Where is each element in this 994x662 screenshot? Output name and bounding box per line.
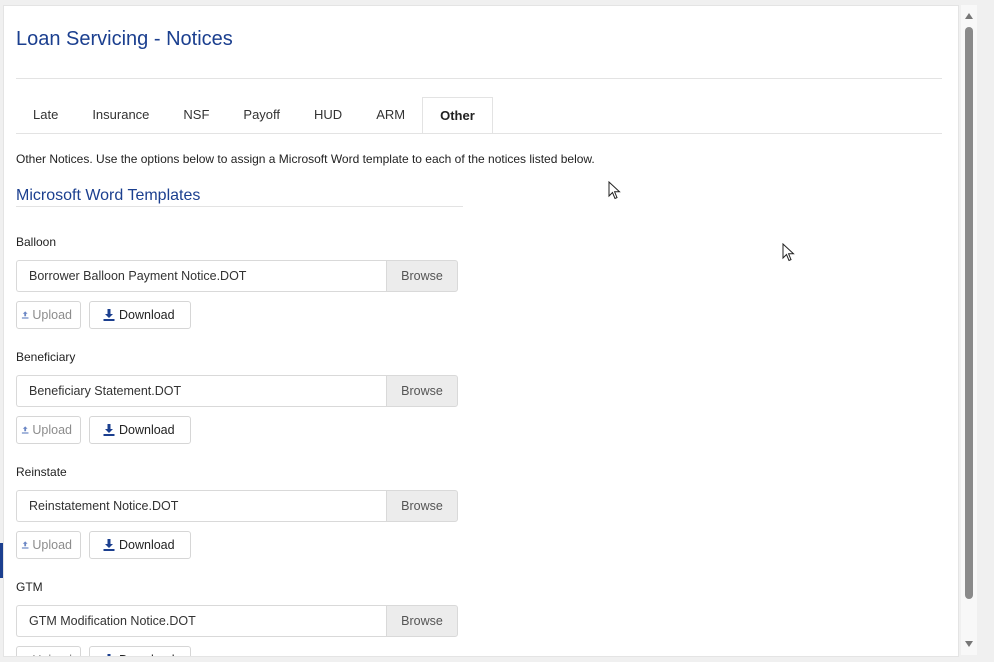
upload-label: Upload bbox=[32, 647, 72, 656]
scroll-thumb[interactable] bbox=[965, 27, 973, 599]
scroll-up-arrow-icon[interactable] bbox=[965, 13, 973, 19]
template-file-field[interactable]: Beneficiary Statement.DOT bbox=[16, 375, 386, 407]
mouse-cursor-icon bbox=[782, 243, 795, 262]
notice-reinstate: Reinstate Reinstatement Notice.DOT Brows… bbox=[16, 464, 458, 559]
browse-button[interactable]: Browse bbox=[386, 375, 458, 407]
title-divider bbox=[16, 78, 942, 79]
template-file-field[interactable]: Borrower Balloon Payment Notice.DOT bbox=[16, 260, 386, 292]
intro-text: Other Notices. Use the options below to … bbox=[16, 152, 595, 166]
download-icon bbox=[107, 654, 111, 656]
upload-button[interactable]: Upload bbox=[16, 416, 81, 444]
tab-arm[interactable]: ARM bbox=[359, 97, 422, 133]
upload-button[interactable]: Upload bbox=[16, 301, 81, 329]
action-buttons: Upload Download bbox=[16, 301, 458, 329]
tab-nsf[interactable]: NSF bbox=[166, 97, 226, 133]
download-label: Download bbox=[119, 308, 175, 322]
file-picker: Reinstatement Notice.DOT Browse bbox=[16, 490, 458, 522]
download-label: Download bbox=[119, 538, 175, 552]
browse-button[interactable]: Browse bbox=[386, 490, 458, 522]
upload-button[interactable]: Upload bbox=[16, 646, 81, 657]
file-picker: Beneficiary Statement.DOT Browse bbox=[16, 375, 458, 407]
mouse-cursor-icon bbox=[608, 181, 621, 200]
upload-icon bbox=[21, 653, 29, 657]
notice-label: GTM bbox=[16, 580, 43, 594]
download-button[interactable]: Download bbox=[89, 646, 191, 656]
file-picker: Borrower Balloon Payment Notice.DOT Brow… bbox=[16, 260, 458, 292]
upload-button[interactable]: Upload bbox=[16, 531, 81, 559]
browse-button[interactable]: Browse bbox=[386, 605, 458, 637]
download-button[interactable]: Download bbox=[89, 416, 191, 444]
download-icon bbox=[103, 539, 115, 551]
download-label: Download bbox=[119, 647, 175, 656]
template-file-field[interactable]: GTM Modification Notice.DOT bbox=[16, 605, 386, 637]
tab-hud[interactable]: HUD bbox=[297, 97, 359, 133]
upload-label: Upload bbox=[32, 538, 72, 552]
template-file-field[interactable]: Reinstatement Notice.DOT bbox=[16, 490, 386, 522]
tab-late[interactable]: Late bbox=[16, 97, 75, 133]
download-icon bbox=[103, 309, 115, 321]
notice-label: Reinstate bbox=[16, 465, 67, 479]
tab-other[interactable]: Other bbox=[422, 97, 493, 134]
vertical-scrollbar[interactable] bbox=[961, 5, 977, 655]
download-button[interactable]: Download bbox=[89, 301, 191, 329]
notice-label: Beneficiary bbox=[16, 350, 76, 364]
upload-label: Upload bbox=[32, 423, 72, 437]
upload-icon bbox=[21, 541, 29, 549]
tab-insurance[interactable]: Insurance bbox=[75, 97, 166, 133]
upload-icon bbox=[21, 311, 29, 319]
scroll-down-arrow-icon[interactable] bbox=[965, 641, 973, 647]
upload-label: Upload bbox=[32, 308, 72, 322]
browse-button[interactable]: Browse bbox=[386, 260, 458, 292]
tab-payoff[interactable]: Payoff bbox=[226, 97, 297, 133]
file-picker: GTM Modification Notice.DOT Browse bbox=[16, 605, 458, 637]
action-buttons: Upload Download bbox=[16, 646, 458, 657]
notice-beneficiary: Beneficiary Beneficiary Statement.DOT Br… bbox=[16, 349, 458, 444]
left-accent-bar bbox=[0, 543, 3, 578]
section-title: Microsoft Word Templates bbox=[16, 187, 201, 204]
download-icon bbox=[103, 424, 115, 436]
page-title: Loan Servicing - Notices bbox=[16, 28, 233, 50]
action-buttons: Upload Download bbox=[16, 416, 458, 444]
action-buttons: Upload Download bbox=[16, 531, 458, 559]
download-label: Download bbox=[119, 423, 175, 437]
notices-panel: Loan Servicing - Notices Late Insurance … bbox=[3, 5, 959, 657]
notice-balloon: Balloon Borrower Balloon Payment Notice.… bbox=[16, 234, 458, 329]
upload-icon bbox=[21, 426, 29, 434]
notice-label: Balloon bbox=[16, 235, 57, 249]
tabs-divider bbox=[16, 133, 942, 134]
download-button[interactable]: Download bbox=[89, 531, 191, 559]
notice-gtm: GTM GTM Modification Notice.DOT Browse U… bbox=[16, 579, 458, 657]
notice-tabs: Late Insurance NSF Payoff HUD ARM Other bbox=[16, 97, 942, 134]
section-divider bbox=[16, 206, 463, 207]
